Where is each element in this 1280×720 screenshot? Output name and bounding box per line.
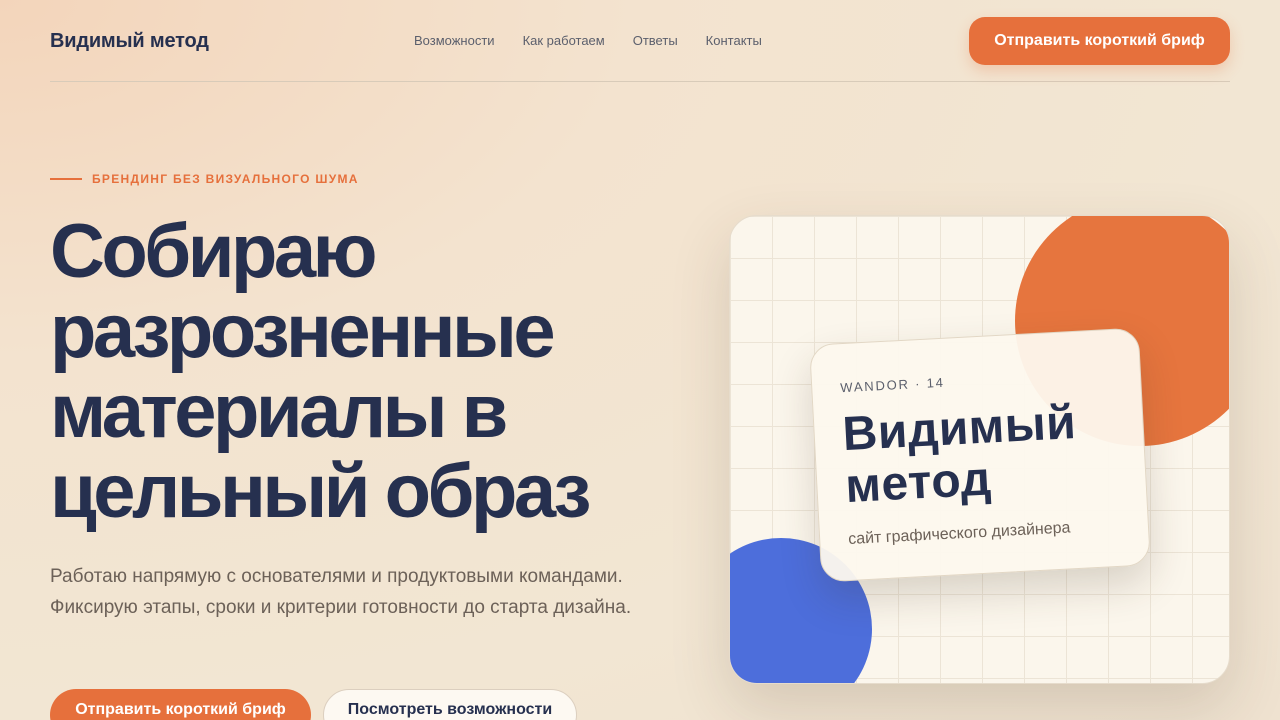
eyebrow-line [50,178,82,180]
hero-title-line-4: цельный образ [50,449,591,534]
showcase-meta: WANDOR · 14 [839,374,946,396]
hero-eyebrow: БРЕНДИНГ БЕЗ ВИЗУАЛЬНОГО ШУМА [50,172,359,186]
showcase-subtitle: сайт графического дизайнера [847,519,1071,548]
showcase-inner-card: WANDOR · 14 Видимый метод сайт графическ… [808,327,1152,583]
main-nav: Возможности Как работаем Ответы Контакты [414,33,762,48]
hero-title: Собираю разрозненные материалы в цельный… [50,212,690,532]
hero-subtitle: Работаю напрямую с основателями и продук… [50,566,632,618]
nav-link-how-we-work[interactable]: Как работаем [523,33,605,48]
showcase-title: Видимый метод [841,395,1118,513]
hero-title-line-1: Собираю [50,209,378,294]
nav-link-contacts[interactable]: Контакты [706,33,762,48]
eyebrow-text: БРЕНДИНГ БЕЗ ВИЗУАЛЬНОГО ШУМА [92,172,359,186]
view-features-button[interactable]: Посмотреть возможности [323,689,577,720]
header-brief-button[interactable]: Отправить короткий бриф [969,17,1230,65]
hero-title-line-2: разрозненные [50,289,556,374]
site-header: Видимый метод Возможности Как работаем О… [50,0,1230,82]
showcase-card: WANDOR · 14 Видимый метод сайт графическ… [729,215,1230,684]
brand-logo[interactable]: Видимый метод [50,30,209,53]
send-brief-button[interactable]: Отправить короткий бриф [50,689,311,720]
hero-title-line-3: материалы в [50,369,508,454]
nav-link-features[interactable]: Возможности [414,33,495,48]
nav-link-answers[interactable]: Ответы [633,33,678,48]
